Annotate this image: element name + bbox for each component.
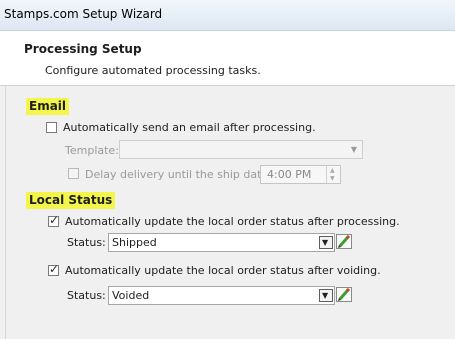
delay-delivery-checkbox[interactable] [68, 168, 79, 179]
update-after-voiding-checkbox[interactable]: ✓ [48, 262, 60, 276]
voiding-status-dropdown-button[interactable]: ▼ [319, 289, 333, 302]
send-email-label: Automatically send an email after proces… [63, 121, 316, 134]
pencil-icon [338, 234, 351, 248]
local-status-section-title: Local Status [26, 192, 116, 209]
send-email-checkbox[interactable] [46, 122, 57, 133]
delay-time-input[interactable]: 4:00 PM ▲ ▼ [260, 165, 341, 184]
voiding-status-edit-button[interactable] [336, 287, 352, 302]
delay-delivery-label: Delay delivery until the ship date at [85, 168, 283, 181]
spin-down-icon[interactable]: ▼ [330, 175, 335, 182]
template-label: Template: [65, 144, 119, 157]
page-subtitle: Configure automated processing tasks. [45, 64, 261, 77]
checkmark-icon: ✓ [49, 213, 60, 227]
content-divider [5, 86, 6, 339]
update-after-processing-label: Automatically update the local order sta… [65, 215, 400, 228]
voiding-status-select[interactable]: Voided ▼ [108, 286, 335, 305]
title-bar: Stamps.com Setup Wizard [0, 0, 455, 31]
chevron-down-icon: ▼ [322, 291, 329, 300]
delay-time-value: 4:00 PM [267, 168, 312, 181]
chevron-down-icon: ▼ [350, 145, 357, 154]
update-after-processing-checkbox[interactable]: ✓ [48, 213, 60, 227]
update-after-voiding-label: Automatically update the local order sta… [65, 264, 381, 277]
spin-up-icon[interactable]: ▲ [330, 167, 335, 174]
processing-status-label: Status: [67, 236, 106, 249]
time-spinner[interactable]: ▲ ▼ [326, 166, 340, 183]
template-select[interactable]: ▼ [119, 140, 363, 159]
wizard-header: Processing Setup Configure automated pro… [0, 31, 455, 86]
processing-status-value: Shipped [112, 236, 157, 249]
page-title: Processing Setup [24, 42, 142, 56]
checkmark-icon: ✓ [49, 262, 60, 276]
voiding-status-label: Status: [67, 289, 106, 302]
processing-status-edit-button[interactable] [336, 234, 352, 249]
voiding-status-value: Voided [112, 289, 150, 302]
chevron-down-icon: ▼ [322, 238, 329, 247]
email-section-title: Email [26, 98, 70, 115]
processing-status-dropdown-button[interactable]: ▼ [319, 236, 333, 249]
processing-status-select[interactable]: Shipped ▼ [108, 233, 335, 252]
window-title: Stamps.com Setup Wizard [4, 7, 163, 21]
pencil-icon [338, 287, 351, 301]
